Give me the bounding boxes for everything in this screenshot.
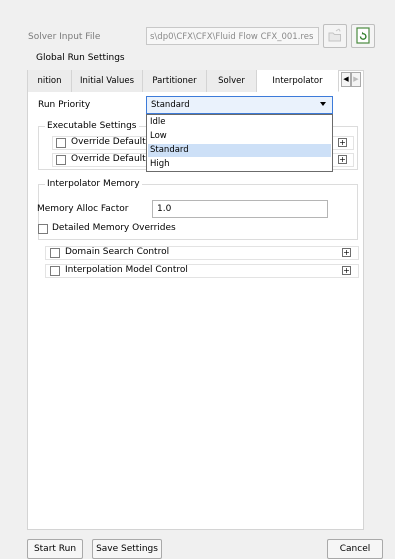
interpolator-memory-title: Interpolator Memory <box>45 179 142 189</box>
tab-interpolator[interactable]: Interpolator <box>257 70 339 92</box>
start-run-button[interactable]: Start Run <box>27 539 83 559</box>
folder-icon <box>328 28 341 42</box>
option-idle[interactable]: Idle <box>148 116 331 129</box>
override-default-label-1: Override Default <box>71 137 146 147</box>
run-priority-label: Run Priority <box>38 100 91 110</box>
expand-icon[interactable]: + <box>338 155 347 164</box>
run-priority-value: Standard <box>151 100 190 110</box>
option-standard[interactable]: Standard <box>148 144 331 157</box>
tab-definition[interactable]: nition <box>28 70 72 92</box>
override-default-label-2: Override Default <box>71 154 146 164</box>
vertical-scrollbar[interactable] <box>387 0 395 551</box>
detailed-memory-overrides-label: Detailed Memory Overrides <box>52 223 176 233</box>
override-default-checkbox-1[interactable] <box>56 138 66 148</box>
run-priority-dropdown: Idle Low Standard High <box>146 114 333 172</box>
cancel-button[interactable]: Cancel <box>327 539 383 559</box>
solver-input-file-field: s\dp0\CFX\CFX\Fluid Flow CFX_001.res <box>146 27 319 45</box>
expand-icon[interactable]: + <box>342 248 351 257</box>
save-settings-button[interactable]: Save Settings <box>92 539 162 559</box>
browse-folder-button[interactable] <box>323 24 347 48</box>
domain-search-control-checkbox[interactable] <box>50 248 60 258</box>
memory-alloc-factor-input[interactable]: 1.0 <box>152 200 328 218</box>
global-run-settings-title: Global Run Settings <box>36 53 125 63</box>
tab-scroll-left-button[interactable]: ◀ <box>341 72 351 87</box>
domain-search-control-label: Domain Search Control <box>65 247 170 257</box>
run-priority-select[interactable]: Standard <box>146 96 333 114</box>
reload-file-button[interactable] <box>351 24 375 48</box>
tab-scroll-right-button[interactable]: ▶ <box>351 72 361 87</box>
refresh-document-icon <box>356 27 370 44</box>
memory-alloc-factor-label: Memory Alloc Factor <box>37 204 129 214</box>
interpolation-model-control-checkbox[interactable] <box>50 266 60 276</box>
option-high[interactable]: High <box>148 158 331 171</box>
tab-solver[interactable]: Solver <box>207 70 257 92</box>
interpolation-model-control-label: Interpolation Model Control <box>65 265 188 275</box>
tab-initial-values[interactable]: Initial Values <box>72 70 143 92</box>
expand-icon[interactable]: + <box>338 138 347 147</box>
expand-icon[interactable]: + <box>342 266 351 275</box>
override-default-checkbox-2[interactable] <box>56 155 66 165</box>
tab-partitioner[interactable]: Partitioner <box>143 70 207 92</box>
detailed-memory-overrides-checkbox[interactable] <box>38 224 48 234</box>
solver-input-file-label: Solver Input File <box>28 32 101 42</box>
option-low[interactable]: Low <box>148 130 331 143</box>
chevron-down-icon <box>320 102 326 106</box>
executable-settings-title: Executable Settings <box>45 121 139 131</box>
